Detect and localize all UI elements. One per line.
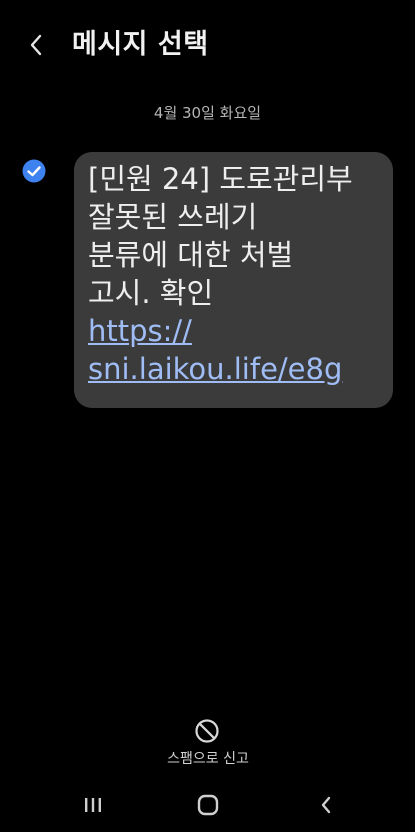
recents-icon (85, 798, 101, 812)
chevron-left-icon (30, 34, 42, 56)
checkmark-circle-icon (22, 159, 46, 183)
block-icon (195, 719, 219, 743)
message-text-line: 고시. 확인 (88, 276, 214, 310)
message-text-line: [민원 24] 도로관리부 (88, 162, 353, 196)
recents-button[interactable] (73, 790, 113, 820)
back-button[interactable] (22, 27, 50, 63)
page-title: 메시지 선택 (72, 29, 209, 60)
home-button[interactable] (188, 790, 228, 820)
message-link-line[interactable]: https:// (88, 312, 383, 350)
message-text-line: 분류에 대한 처벌 (88, 238, 294, 272)
nav-back-button[interactable] (306, 790, 346, 820)
home-icon (197, 794, 219, 816)
report-spam-button[interactable]: 스팸으로 신고 (147, 716, 269, 772)
message-bubble[interactable]: [민원 24] 도로관리부 잘못된 쓰레기 분류에 대한 처벌 고시. 확인 h… (74, 152, 393, 408)
message-link-line[interactable]: sni.laikou.life/e8g (88, 350, 383, 388)
back-icon (321, 796, 331, 814)
date-separator: 4월 30일 화요일 (153, 104, 262, 122)
message-select-checkbox[interactable] (22, 159, 46, 183)
system-navigation-bar (0, 778, 415, 832)
message-text-line: 잘못된 쓰레기 (88, 200, 258, 234)
app-header: 메시지 선택 (0, 0, 415, 92)
report-spam-label: 스팸으로 신고 (167, 751, 249, 767)
